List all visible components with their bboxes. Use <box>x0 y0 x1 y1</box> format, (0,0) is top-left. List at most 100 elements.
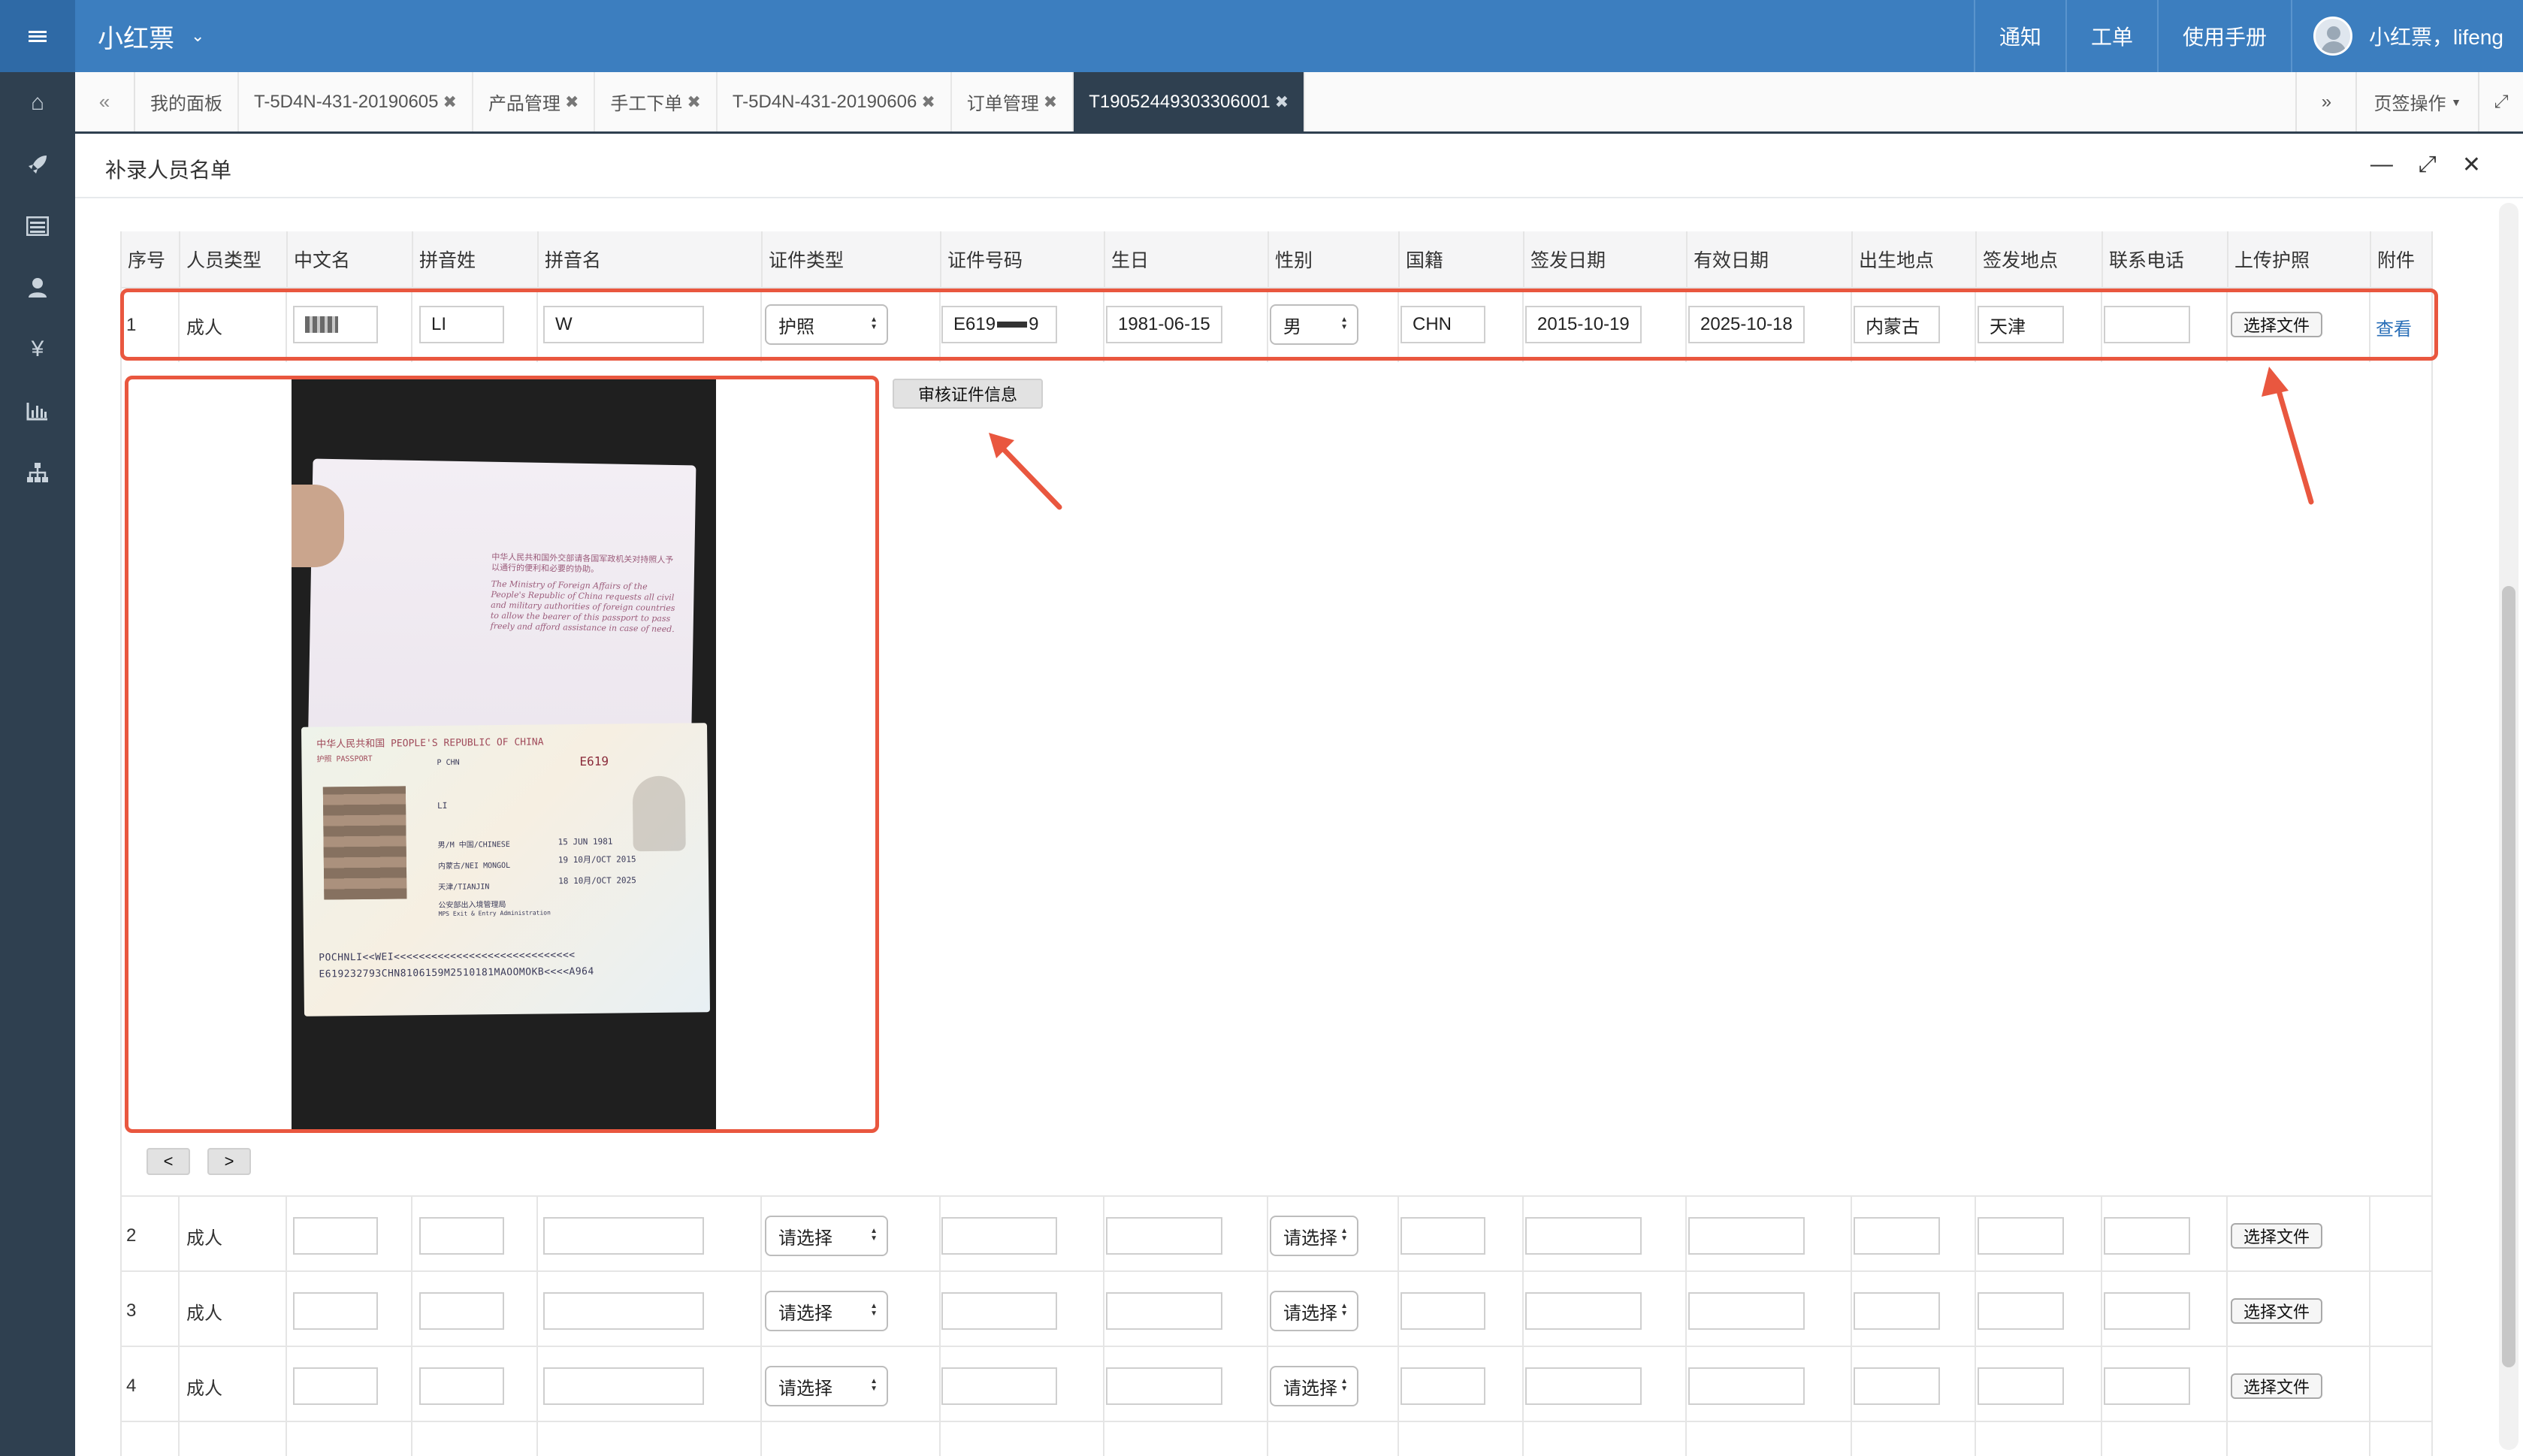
passport-data-page: 中华人民共和国 PEOPLE'S REPUBLIC OF CHINA 护照 PA… <box>301 723 711 1016</box>
tab-label: 产品管理 <box>488 94 560 114</box>
user-menu[interactable]: 小红票，lifeng <box>2291 0 2523 72</box>
annotation-arrow-audit <box>989 433 1062 510</box>
close-icon[interactable]: ✕ <box>2462 152 2481 178</box>
close-icon[interactable]: ✖ <box>921 92 935 112</box>
tab-label: 订单管理 <box>966 94 1039 114</box>
col-header-birthday: 生日 <box>1104 231 1268 287</box>
caret-down-icon: ▼ <box>2451 95 2461 108</box>
passport-header: 中华人民共和国 PEOPLE'S REPUBLIC OF CHINA <box>316 736 544 751</box>
tab-label: T19052449303306001 <box>1089 91 1271 112</box>
hamburger-icon <box>29 29 47 44</box>
passport-birth-date: 15 JUN 1981 <box>557 836 613 847</box>
tabs-scroll-right-icon[interactable]: » <box>2295 72 2355 131</box>
close-icon[interactable]: ✖ <box>687 92 700 112</box>
sitemap-icon[interactable] <box>0 442 75 503</box>
col-header-py-last: 拼音姓 <box>412 231 537 287</box>
next-image-button[interactable]: > <box>207 1148 251 1175</box>
panel-controls: — ⤢ ✕ <box>2370 152 2481 178</box>
workorder-link[interactable]: 工单 <box>2065 0 2157 72</box>
tab-products[interactable]: 产品管理 ✖ <box>473 72 596 131</box>
passport-image: 中华人民共和国外交部请各国军政机关对持照人予以通行的便利和必要的协助。 The … <box>292 379 716 1129</box>
passport-surname: LI <box>437 800 448 811</box>
panel-title: 补录人员名单 <box>105 159 232 182</box>
chevron-down-icon: ⌄ <box>191 26 205 45</box>
hand-thumb <box>292 485 344 567</box>
passport-number: E619 <box>579 754 609 769</box>
tabs-scroll-left-icon[interactable]: « <box>75 72 135 131</box>
col-header-id-type: 证件类型 <box>761 231 940 287</box>
tabs: 我的面板 T-5D4N-431-20190605 ✖ 产品管理 ✖ 手工下单 ✖ T-… <box>135 72 1306 131</box>
home-icon[interactable]: ⌂ <box>0 72 75 134</box>
passport-mrz-line1: POCHNLI<<WEI<<<<<<<<<<<<<<<<<<<<<<<<<<<<… <box>319 950 576 964</box>
tab-current-order[interactable]: T19052449303306001 ✖ <box>1074 72 1306 131</box>
portrait-blurred <box>322 786 407 900</box>
yen-icon[interactable]: ¥ <box>0 319 75 380</box>
prev-image-button[interactable]: < <box>147 1148 190 1175</box>
app-brand[interactable]: 小红票 ⌄ <box>98 0 204 72</box>
portrait-watermark <box>632 775 686 852</box>
tab-dashboard[interactable]: 我的面板 <box>135 72 239 131</box>
col-header-expiry-date: 有效日期 <box>1686 231 1851 287</box>
tab-label: T-5D4N-431-20190606 <box>732 91 917 112</box>
notifications-link[interactable]: 通知 <box>1974 0 2065 72</box>
close-icon[interactable]: ✖ <box>565 92 579 112</box>
fullscreen-icon[interactable]: ⤢ <box>2478 72 2523 131</box>
sidebar: ⌂ ¥ <box>0 72 75 1456</box>
top-header: 小红票 ⌄ 通知 工单 使用手册 小红票，lifeng <box>0 0 2523 72</box>
passport-type-code: P CHN <box>437 758 460 767</box>
rocket-icon[interactable] <box>0 134 75 195</box>
col-header-id-no: 证件号码 <box>940 231 1104 287</box>
passport-upper-page: 中华人民共和国外交部请各国军政机关对持照人予以通行的便利和必要的协助。 The … <box>307 458 696 766</box>
passport-authority: 公安部出入境管理局 <box>438 900 506 910</box>
tab-orders[interactable]: 订单管理 ✖ <box>952 72 1074 131</box>
menu-toggle-button[interactable] <box>0 0 75 72</box>
tab-controls: » 页签操作 ▼ ⤢ <box>2295 72 2523 131</box>
col-header-upload: 上传护照 <box>2227 231 2370 287</box>
col-header-gender: 性别 <box>1268 231 1398 287</box>
passport-page1-en: The Ministry of Foreign Affairs of the P… <box>490 578 675 635</box>
passport-expiry-date: 18 10月/OCT 2025 <box>558 875 636 887</box>
avatar <box>2313 17 2353 56</box>
col-header-attachment: 附件 <box>2370 231 2433 287</box>
passport-issue-date: 19 10月/OCT 2015 <box>557 854 636 865</box>
col-header-phone: 联系电话 <box>2101 231 2227 287</box>
row1-highlight <box>120 288 2438 361</box>
tab-label: T-5D4N-431-20190605 <box>254 91 439 112</box>
passport-authority-en: MPS Exit & Entry Administration <box>438 909 551 917</box>
col-header-birth-place: 出生地点 <box>1851 231 1975 287</box>
panel-divider <box>75 197 2523 198</box>
col-header-issue-place: 签发地点 <box>1975 231 2101 287</box>
passport-birth-place: 内蒙古/NEI MONGOL <box>437 861 511 871</box>
col-header-issue-date: 签发日期 <box>1523 231 1686 287</box>
col-header-no: 序号 <box>120 231 179 287</box>
page-ops-dropdown[interactable]: 页签操作 ▼ <box>2355 72 2478 131</box>
col-header-type: 人员类型 <box>179 231 286 287</box>
audit-document-button[interactable]: 审核证件信息 <box>893 379 1043 409</box>
tab-manual-order[interactable]: 手工下单 ✖ <box>595 72 718 131</box>
top-links: 通知 工单 使用手册 小红票，lifeng <box>1974 0 2523 72</box>
close-icon[interactable]: ✖ <box>443 92 457 112</box>
annotation-arrow-upload <box>2262 367 2314 505</box>
passport-cover-word: 护照 PASSPORT <box>316 754 373 764</box>
scrollbar-thumb[interactable] <box>2502 586 2515 1367</box>
close-icon[interactable]: ✖ <box>1275 92 1289 112</box>
col-header-nationality: 国籍 <box>1398 231 1523 287</box>
close-icon[interactable]: ✖ <box>1044 92 1057 112</box>
app-name: 小红票 <box>98 24 174 53</box>
user-icon[interactable] <box>0 257 75 319</box>
maximize-icon[interactable]: ⤢ <box>2419 152 2437 178</box>
bar-chart-icon[interactable] <box>0 380 75 442</box>
manual-link[interactable]: 使用手册 <box>2157 0 2291 72</box>
tab-trip-0605[interactable]: T-5D4N-431-20190605 ✖ <box>239 72 473 131</box>
user-label: 小红票，lifeng <box>2369 26 2503 49</box>
passport-issue-place: 天津/TIANJIN <box>438 883 490 892</box>
passport-page1-cn: 中华人民共和国外交部请各国军政机关对持照人予以通行的便利和必要的协助。 <box>491 551 674 575</box>
tab-label: 我的面板 <box>150 94 222 114</box>
list-icon[interactable] <box>0 195 75 257</box>
passport-mrz-line2: E619232793CHN8106159M2510181MAOOMOKB<<<<… <box>319 965 594 980</box>
minimize-icon[interactable]: — <box>2370 152 2393 178</box>
col-header-py-first: 拼音名 <box>537 231 761 287</box>
page-scrollbar[interactable] <box>2499 203 2518 1450</box>
tab-trip-0606[interactable]: T-5D4N-431-20190606 ✖ <box>718 72 952 131</box>
tab-bar: « 我的面板 T-5D4N-431-20190605 ✖ 产品管理 ✖ 手工下单 ✖ … <box>75 72 2523 134</box>
